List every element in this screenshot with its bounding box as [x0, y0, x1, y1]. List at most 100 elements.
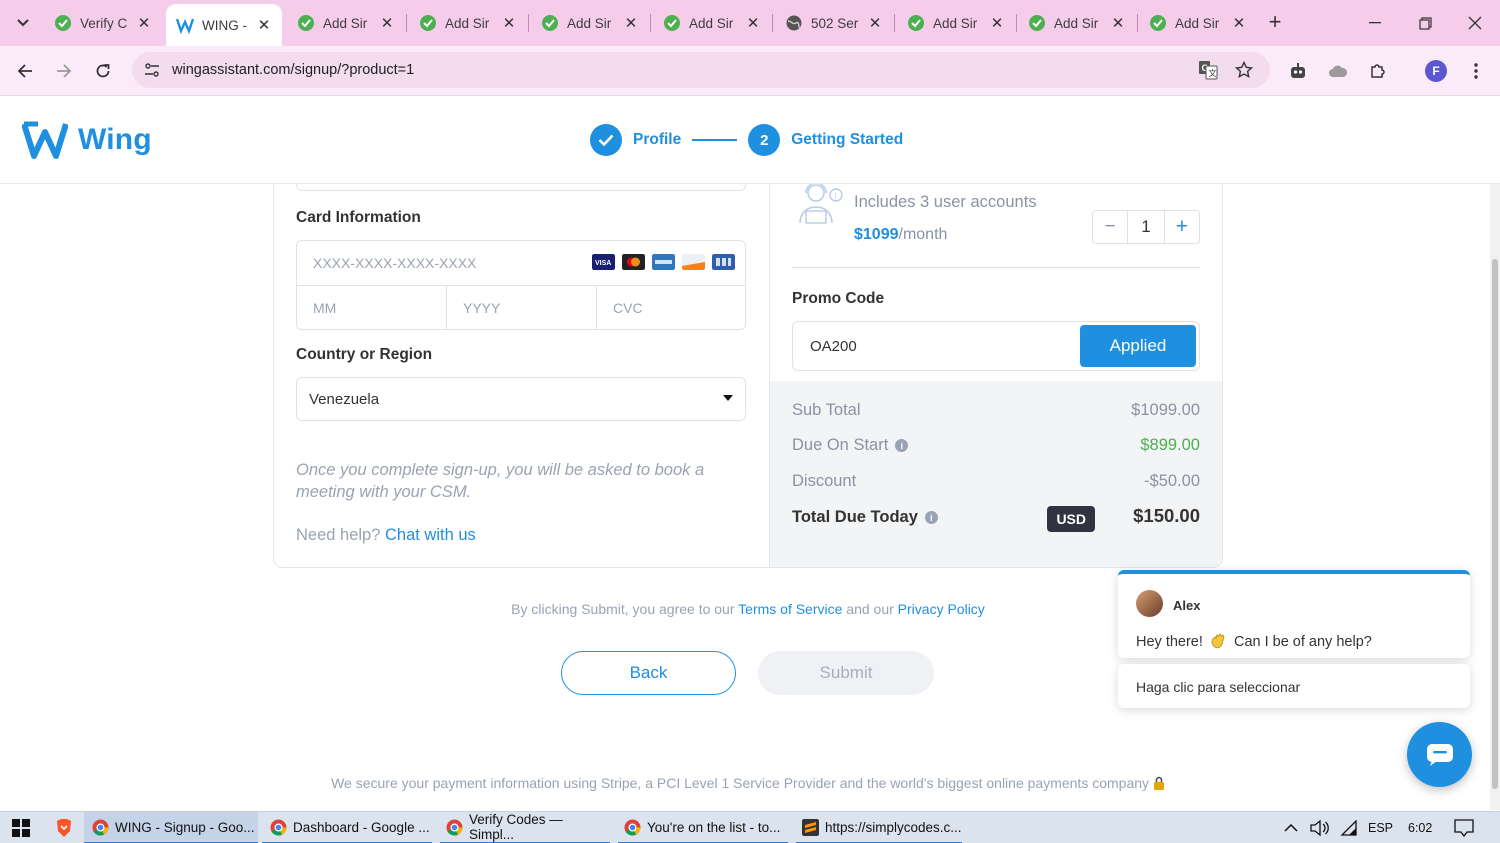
extension-button[interactable] [1283, 56, 1313, 86]
check-leaf-icon [1150, 15, 1166, 31]
card-number-input[interactable]: XXXX-XXXX-XXXX-XXXX [313, 255, 476, 271]
network-button[interactable] [1340, 812, 1358, 843]
agent-name: Alex [1173, 598, 1201, 613]
close-icon [1468, 16, 1482, 30]
submit-button[interactable]: Submit [758, 651, 934, 695]
due-on-start-label-group: Due On Start i [792, 436, 909, 455]
back-nav-button[interactable] [10, 56, 40, 86]
scrollbar-thumb[interactable] [1492, 259, 1498, 789]
taskbar-window-label: Dashboard - Google ... [293, 819, 430, 835]
taskbar-window[interactable]: https://simplycodes.c... [796, 812, 962, 843]
country-select[interactable]: Venezuela [296, 377, 746, 421]
browser-tab[interactable]: Verify C ✕ [44, 6, 162, 40]
close-tab-icon[interactable]: ✕ [867, 14, 883, 32]
close-tab-icon[interactable]: ✕ [623, 14, 639, 32]
chat-quick-reply[interactable]: Haga clic para seleccionar [1118, 664, 1470, 708]
due-on-start-row: Due On Start i $899.00 [792, 436, 1200, 462]
chat-with-us-link[interactable]: Chat with us [385, 526, 476, 544]
close-window-button[interactable] [1460, 8, 1490, 38]
chat-greeting-popup[interactable]: Alex Hey there! Can I be of any help? [1118, 570, 1470, 658]
info-icon[interactable]: i [895, 439, 909, 452]
extension-button[interactable] [1323, 56, 1353, 86]
brave-taskbar-button[interactable] [52, 812, 76, 843]
arrow-right-icon [57, 64, 72, 78]
divider [792, 267, 1200, 268]
new-tab-button[interactable]: + [1262, 10, 1288, 36]
back-button[interactable]: Back [561, 651, 736, 695]
tab-divider [772, 14, 773, 32]
translate-button[interactable]: G文 [1194, 56, 1222, 84]
cvc-input[interactable]: CVC [596, 286, 746, 330]
volume-button[interactable] [1310, 812, 1330, 843]
chat-launcher-button[interactable] [1407, 722, 1472, 787]
chrome-icon [446, 819, 463, 835]
forward-nav-button[interactable] [49, 56, 79, 86]
profile-button[interactable]: F [1421, 56, 1451, 86]
lock-icon [1153, 776, 1164, 790]
discount-label: Discount [792, 472, 857, 490]
site-header: Wing Profile 2 Getting Started [0, 96, 1500, 184]
browser-tab-active[interactable]: WING - ✕ [166, 4, 282, 46]
minimize-button[interactable] [1360, 8, 1390, 38]
clock[interactable]: 6:02 [1408, 812, 1432, 843]
language-indicator[interactable]: ESP [1368, 812, 1393, 843]
address-bar[interactable]: wingassistant.com/signup/?product=1 G文 [132, 52, 1270, 88]
close-tab-icon[interactable]: ✕ [136, 14, 152, 32]
svg-text:文: 文 [1209, 68, 1217, 78]
browser-tab[interactable]: Add Sir ✕ [409, 6, 527, 40]
check-leaf-icon [542, 15, 558, 31]
tab-title: Add Sir [933, 15, 978, 31]
terms-of-service-link[interactable]: Terms of Service [738, 601, 842, 617]
browser-tab[interactable]: 502 Ser ✕ [775, 6, 893, 40]
discover-icon [682, 254, 705, 270]
quantity-value[interactable]: 1 [1128, 211, 1163, 243]
browser-tab[interactable]: Add Sir ✕ [1018, 6, 1136, 40]
chevron-down-icon [17, 19, 29, 27]
extensions-menu-button[interactable] [1363, 56, 1393, 86]
taskbar-window[interactable]: Dashboard - Google ... [262, 812, 432, 843]
browser-tab[interactable]: Add Sir ✕ [897, 6, 1015, 40]
due-on-start-value: $899.00 [1140, 436, 1200, 454]
close-tab-icon[interactable]: ✕ [379, 14, 395, 32]
expiry-month-input[interactable]: MM [297, 286, 446, 330]
reload-button[interactable] [88, 56, 118, 86]
restore-button[interactable] [1410, 8, 1440, 38]
browser-menu-button[interactable] [1461, 56, 1491, 86]
wing-logo[interactable]: Wing [22, 120, 152, 160]
browser-tab-strip: Verify C ✕ WING - ✕ Add Sir ✕ Add Sir ✕ … [0, 0, 1500, 46]
plan-includes: Includes 3 user accounts [854, 193, 1037, 211]
taskbar-window[interactable]: You're on the list - to... [618, 812, 788, 843]
browser-tab[interactable]: Add Sir ✕ [531, 6, 649, 40]
chat-message: Hey there! Can I be of any help? [1136, 632, 1372, 650]
increase-quantity-button[interactable]: + [1163, 211, 1199, 243]
tab-title: WING - [202, 17, 247, 33]
promo-code-input[interactable]: OA200 [810, 338, 857, 355]
close-tab-icon[interactable]: ✕ [745, 14, 761, 32]
start-button[interactable] [8, 812, 34, 843]
close-tab-icon[interactable]: ✕ [501, 14, 517, 32]
discount-value: -$50.00 [1144, 472, 1200, 490]
browser-tab[interactable]: Add Sir ✕ [287, 6, 405, 40]
taskbar-window[interactable]: WING - Signup - Goo... [84, 812, 258, 843]
decrease-quantity-button[interactable]: − [1093, 211, 1129, 243]
browser-tab[interactable]: Add Sir ✕ [1139, 6, 1257, 40]
star-icon [1235, 61, 1253, 78]
check-leaf-icon [664, 15, 680, 31]
promo-applied-button[interactable]: Applied [1080, 325, 1196, 367]
logo-text: Wing [78, 123, 152, 156]
expiry-year-input[interactable]: YYYY [446, 286, 596, 330]
notifications-button[interactable] [1454, 812, 1474, 843]
privacy-policy-link[interactable]: Privacy Policy [898, 601, 985, 617]
tab-search-button[interactable] [9, 9, 37, 37]
taskbar-window[interactable]: Verify Codes — Simpl... [440, 812, 610, 843]
info-icon[interactable]: i [924, 511, 938, 524]
close-tab-icon[interactable]: ✕ [1231, 14, 1247, 32]
close-tab-icon[interactable]: ✕ [1110, 14, 1126, 32]
close-tab-icon[interactable]: ✕ [256, 16, 272, 34]
page-scrollbar[interactable] [1490, 184, 1500, 810]
bookmark-button[interactable] [1230, 56, 1258, 84]
show-hidden-icons-button[interactable] [1284, 812, 1298, 843]
browser-tab[interactable]: Add Sir ✕ [653, 6, 771, 40]
site-info-icon[interactable] [138, 56, 166, 84]
close-tab-icon[interactable]: ✕ [989, 14, 1005, 32]
